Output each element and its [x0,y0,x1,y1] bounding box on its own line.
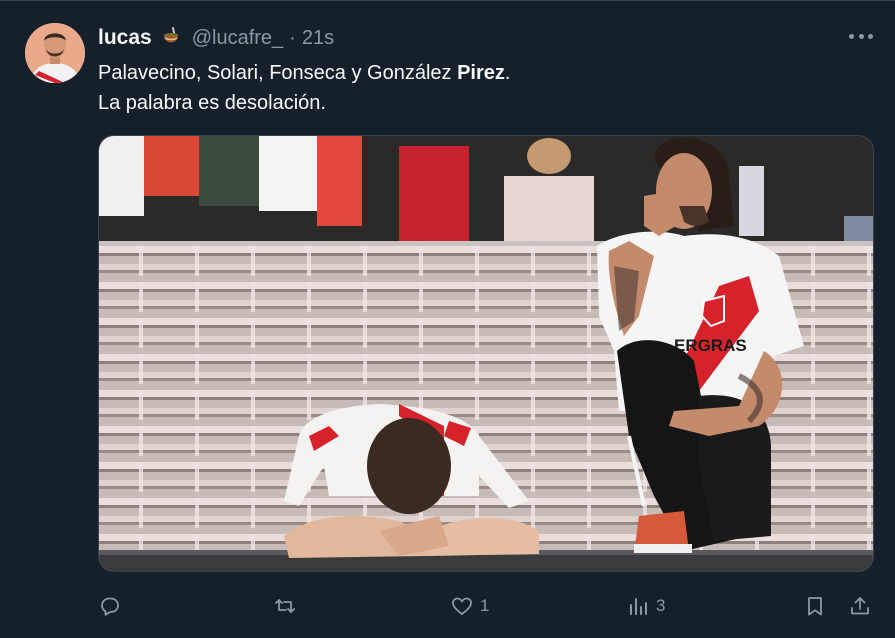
bookmark-button[interactable] [803,590,827,622]
retweet-icon [275,599,295,613]
author-handle[interactable]: @lucafre_ [192,27,283,50]
views-count: 3 [656,596,666,615]
avatar[interactable] [25,23,85,83]
like-count: 1 [480,596,490,615]
share-icon [851,597,869,615]
bookmark-icon [808,597,822,616]
separator-dot: · [289,26,296,49]
heart-icon [452,597,472,615]
views-button[interactable]: 3 [626,590,665,622]
tweet[interactable]: lucas @lucafre_ · 21s Palavecino, Solari… [0,0,895,638]
dot-icon [849,33,854,39]
more-options-button[interactable] [849,28,873,44]
stadium-photo: ERGRAS [99,136,873,571]
dot-icon [868,33,873,39]
views-icon [630,598,647,615]
tweet-actions: 1 3 [98,590,874,622]
tweet-photo[interactable]: ERGRAS [98,135,874,572]
reply-button[interactable] [98,590,128,622]
tweet-text-line-2: La palabra es desolación. [98,92,326,114]
display-name[interactable]: lucas [98,26,152,50]
tweet-header: lucas @lucafre_ · 21s [98,25,334,51]
timestamp[interactable]: 21s [302,27,334,50]
like-button[interactable]: 1 [450,590,489,622]
mate-cup-icon [160,27,182,49]
dot-icon [858,33,864,39]
tweet-text: Palavecino, Solari, Fonseca y González P… [98,58,858,118]
share-button[interactable] [848,590,872,622]
retweet-button[interactable] [273,590,303,622]
tweet-text-line-1: Palavecino, Solari, Fonseca y González P… [98,62,511,84]
reply-icon [101,597,119,616]
